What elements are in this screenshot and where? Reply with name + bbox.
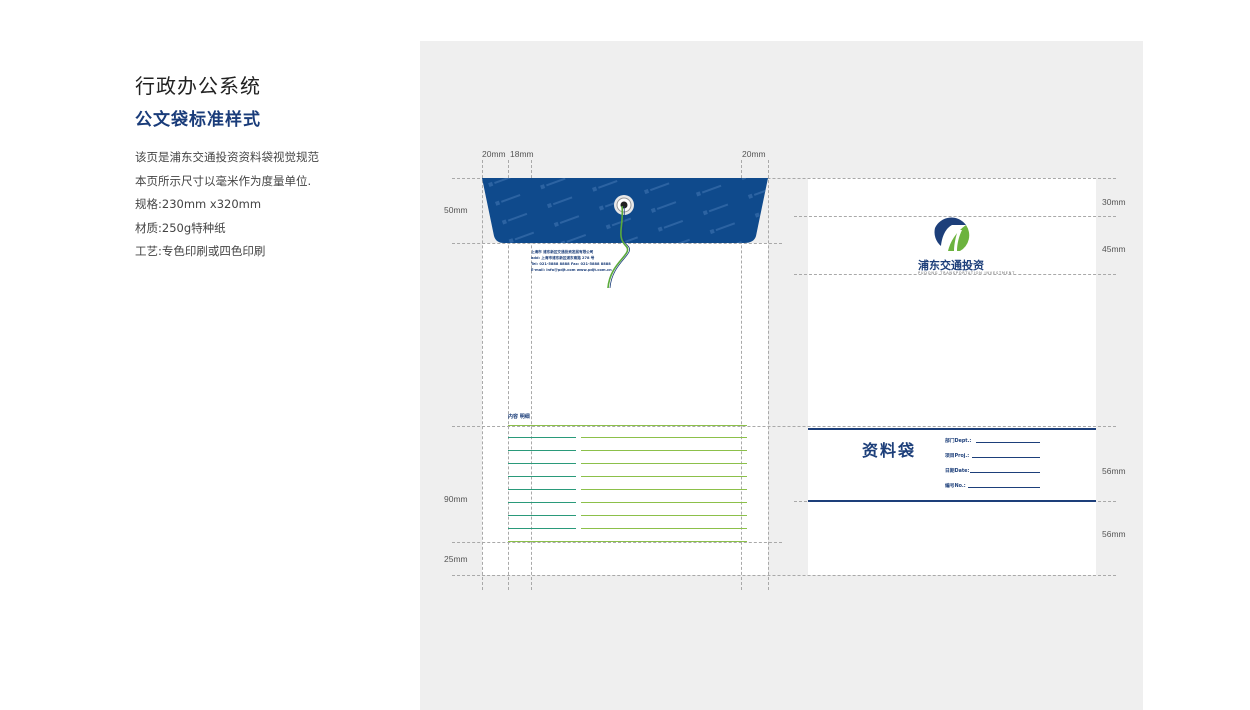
- content-line-short: [508, 528, 576, 529]
- guide-line: [452, 575, 1116, 576]
- dimension-label: 45mm: [1102, 244, 1126, 254]
- document-title: 资料袋: [862, 441, 917, 460]
- dimension-label: 56mm: [1102, 466, 1126, 476]
- dimension-label: 30mm: [1102, 197, 1126, 207]
- spec-line: 材质:250g特种纸: [135, 220, 226, 235]
- title-rule-bottom: [808, 500, 1096, 502]
- spec-description: 该页是浦东交通投资资料袋视觉规范 本页所示尺寸以毫米作为度量单位. 规格:230…: [135, 146, 395, 264]
- content-line-long: [581, 476, 747, 477]
- field-underline: [968, 487, 1040, 488]
- spec-line: 该页是浦东交通投资资料袋视觉规范: [135, 150, 319, 164]
- content-line-short: [508, 437, 576, 438]
- content-line-short: [508, 515, 576, 516]
- title-rule-top: [808, 428, 1096, 430]
- content-line-long: [581, 489, 747, 490]
- content-line-long: [581, 528, 747, 529]
- content-list-label: 内容 明细: [508, 414, 530, 420]
- content-line-short: [508, 476, 576, 477]
- field-underline: [972, 457, 1040, 458]
- content-line-full: [508, 425, 747, 426]
- address-block: 上海市 浦东新区交通投资发展有限公司 add: 上海市浦东新区浦东南路 278 …: [531, 249, 621, 273]
- section-title: 行政办公系统: [135, 74, 261, 98]
- content-line-short: [508, 489, 576, 490]
- field-department: 部门Dept.:: [945, 439, 972, 444]
- address-line: E-mail: info@pdjt.com www.pdjt.com.cn: [531, 268, 612, 272]
- dimension-label: 25mm: [444, 554, 468, 564]
- content-line-long: [581, 450, 747, 451]
- logo-mark-icon: [933, 217, 970, 253]
- content-line-short: [508, 502, 576, 503]
- field-project: 项目Proj.:: [945, 454, 970, 459]
- spec-line: 规格:230mm x320mm: [135, 197, 262, 211]
- dimension-label: 90mm: [444, 494, 468, 504]
- content-line-short: [508, 463, 576, 464]
- content-line-long: [581, 502, 747, 503]
- guide-line: [452, 542, 782, 543]
- content-line-long: [581, 515, 747, 516]
- guide-line: [768, 160, 769, 590]
- field-underline: [976, 442, 1040, 443]
- dimension-label: 20mm: [482, 149, 506, 159]
- section-subtitle: 公文袋标准样式: [135, 110, 261, 130]
- spec-info: 行政办公系统 公文袋标准样式 该页是浦东交通投资资料袋视觉规范 本页所示尺寸以毫…: [135, 70, 395, 264]
- content-line-full: [508, 541, 747, 542]
- spec-line: 本页所示尺寸以毫米作为度量单位.: [135, 173, 312, 188]
- dimension-label: 18mm: [510, 149, 534, 159]
- envelope-back-sheet: [482, 243, 768, 575]
- content-line-short: [508, 450, 576, 451]
- content-line-long: [581, 463, 747, 464]
- field-number: 编号No.:: [945, 484, 966, 489]
- guide-line: [452, 426, 1116, 427]
- spec-line: 工艺:专色印刷或四色印刷: [135, 244, 266, 258]
- logo-name-en: PUDONG TRANSPORTATION INVESTMENT: [918, 271, 1016, 275]
- field-underline: [970, 472, 1040, 473]
- dimension-label: 50mm: [444, 205, 468, 215]
- content-line-long: [581, 437, 747, 438]
- dimension-label: 56mm: [1102, 529, 1126, 539]
- field-date: 日期Date:: [945, 469, 970, 474]
- dimension-label: 20mm: [742, 149, 766, 159]
